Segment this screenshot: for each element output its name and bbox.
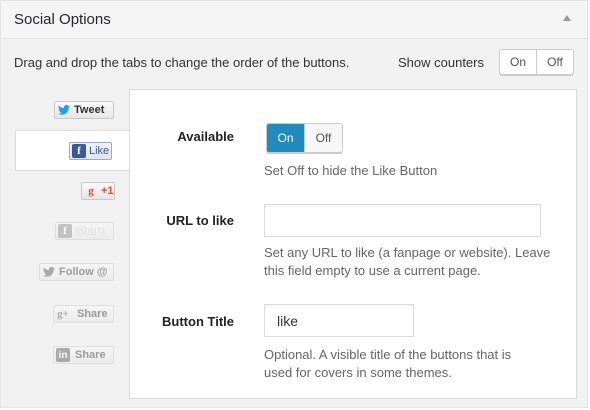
show-counters-toggle[interactable]: On Off	[499, 49, 574, 75]
google-plus-share-label: Share	[77, 308, 108, 320]
button-title-help-line-2: used for covers in some themes.	[264, 365, 452, 380]
linkedin-share-button[interactable]: in Share	[53, 346, 114, 364]
tab-twitter-follow[interactable]: Follow @	[15, 259, 130, 299]
like-button[interactable]: f Like	[69, 142, 112, 160]
linkedin-share-label: Share	[75, 349, 106, 361]
show-counters-off-option[interactable]: Off	[536, 50, 573, 74]
button-title-input[interactable]	[264, 304, 414, 337]
tab-linkedin-share[interactable]: in Share	[15, 342, 130, 382]
url-help-line-2: this field empty to use a current page.	[264, 263, 481, 278]
google-g-icon: g	[88, 185, 94, 197]
plus-one-button[interactable]: g +1	[81, 182, 115, 200]
panel-header[interactable]: Social Options	[1, 1, 587, 39]
button-title-label: Button Title	[162, 314, 234, 329]
url-to-like-label: URL to like	[166, 213, 234, 228]
available-toggle[interactable]: On Off	[266, 123, 343, 153]
tab-twitter[interactable]: Tweet	[15, 94, 130, 134]
tweet-button[interactable]: Tweet	[54, 101, 114, 119]
show-counters-on-option[interactable]: On	[500, 50, 536, 74]
social-options-panel: Social Options Drag and drop the tabs to…	[0, 0, 588, 408]
available-off-option[interactable]: Off	[304, 124, 342, 152]
panel-description: Drag and drop the tabs to change the ord…	[14, 55, 350, 70]
tab-google-plus[interactable]: g +1	[15, 178, 130, 218]
show-counters-label: Show counters	[398, 55, 484, 70]
tab-settings-content: Available On Off Set Off to hide the Lik…	[129, 89, 577, 399]
tab-google-plus-share[interactable]: g+ Share	[15, 301, 130, 341]
button-title-help: Optional. A visible title of the buttons…	[264, 346, 511, 382]
google-plus-share-button[interactable]: g+ Share	[53, 305, 114, 323]
tab-facebook-share[interactable]: f Share	[15, 218, 130, 258]
url-to-like-input[interactable]	[264, 204, 541, 237]
facebook-share-button[interactable]: f Share	[55, 222, 114, 240]
available-on-option[interactable]: On	[267, 124, 304, 152]
available-help: Set Off to hide the Like Button	[264, 163, 438, 178]
twitter-bird-icon	[57, 103, 71, 117]
facebook-f-icon: f	[58, 224, 72, 238]
collapse-arrow-icon[interactable]	[563, 15, 571, 21]
url-help: Set any URL to like (a fanpage or websit…	[264, 244, 550, 280]
button-title-help-line-1: Optional. A visible title of the buttons…	[264, 347, 512, 362]
plus-one-button-label: +1	[101, 185, 114, 197]
linkedin-icon: in	[56, 348, 70, 362]
available-label: Available	[177, 129, 234, 144]
url-help-line-1: Set any URL to like (a fanpage or websit…	[264, 245, 551, 260]
like-button-label: Like	[89, 145, 110, 157]
facebook-share-label: Share	[75, 225, 106, 237]
tweet-button-label: Tweet	[74, 104, 105, 116]
tab-facebook-like[interactable]: f Like	[15, 130, 130, 171]
follow-button-label: Follow @	[59, 266, 108, 278]
panel-title: Social Options	[14, 11, 111, 28]
google-plus-icon: g+	[57, 308, 69, 320]
facebook-f-icon: f	[72, 144, 86, 158]
follow-button[interactable]: Follow @	[39, 263, 114, 281]
twitter-bird-icon	[42, 265, 56, 279]
